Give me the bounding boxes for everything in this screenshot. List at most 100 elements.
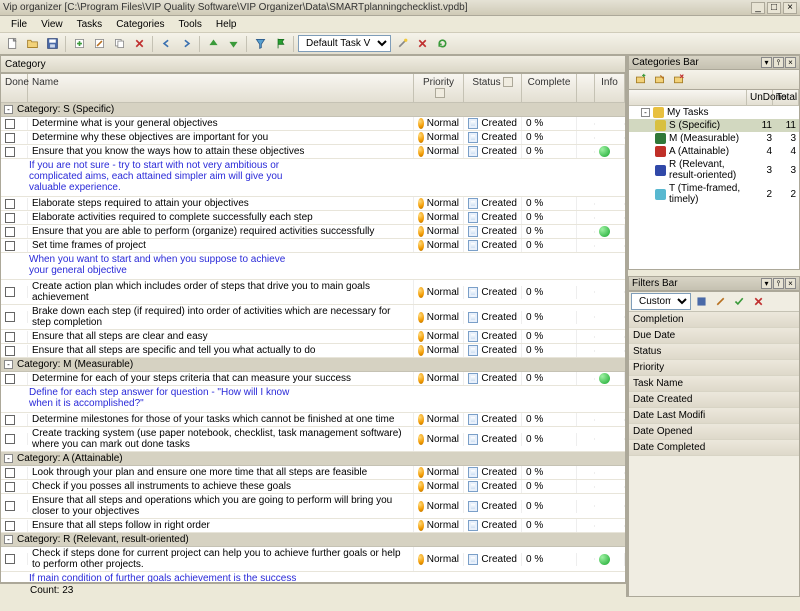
task-row[interactable]: Set time frames of projectNormalCreated0… (1, 239, 625, 253)
done-checkbox[interactable] (5, 374, 15, 384)
save-icon[interactable] (43, 35, 61, 53)
task-row[interactable]: Ensure that all steps are clear and easy… (1, 330, 625, 344)
task-row[interactable]: Create action plan which includes order … (1, 280, 625, 305)
task-row[interactable]: Ensure that all steps and operations whi… (1, 494, 625, 519)
info-icon[interactable] (599, 373, 610, 384)
menu-tasks[interactable]: Tasks (70, 18, 110, 31)
done-checkbox[interactable] (5, 312, 15, 322)
task-row[interactable]: Check if you posses all instruments to a… (1, 480, 625, 494)
tree-item[interactable]: T (Time-framed, timely)22 (629, 182, 799, 206)
task-view-combo[interactable]: Default Task V (298, 35, 391, 52)
filter-item[interactable]: Date Created (629, 392, 799, 408)
panel-close-icon[interactable]: × (785, 278, 796, 289)
done-checkbox[interactable] (5, 415, 15, 425)
move-up-icon[interactable] (204, 35, 222, 53)
col-total[interactable]: Total (773, 90, 799, 105)
filter-item[interactable]: Status (629, 344, 799, 360)
done-checkbox[interactable] (5, 434, 15, 444)
refresh-icon[interactable] (433, 35, 451, 53)
filter-item[interactable]: Task Name (629, 376, 799, 392)
info-icon[interactable] (599, 226, 610, 237)
task-row[interactable]: Check if steps done for current project … (1, 547, 625, 572)
done-checkbox[interactable] (5, 287, 15, 297)
indent-left-icon[interactable] (157, 35, 175, 53)
expand-icon[interactable]: - (4, 105, 13, 114)
col-name[interactable]: Name (28, 74, 414, 102)
done-checkbox[interactable] (5, 147, 15, 157)
indent-right-icon[interactable] (177, 35, 195, 53)
filter-delete-icon[interactable] (749, 293, 767, 311)
flag-icon[interactable] (271, 35, 289, 53)
duplicate-icon[interactable] (110, 35, 128, 53)
menu-view[interactable]: View (34, 18, 70, 31)
edit-category-icon[interactable] (650, 71, 668, 89)
filter-item[interactable]: Priority (629, 360, 799, 376)
categories-tree[interactable]: UnDone Total - My Tasks S (Specific)1111… (628, 90, 800, 270)
task-row[interactable]: Ensure that all steps follow in right or… (1, 519, 625, 533)
task-row[interactable]: Ensure that you are able to perform (org… (1, 225, 625, 239)
col-status[interactable]: Status (464, 74, 522, 102)
info-icon[interactable] (599, 146, 610, 157)
expand-icon[interactable]: - (4, 360, 13, 369)
col-done[interactable]: Done (1, 74, 28, 102)
panel-menu-icon[interactable]: ▾ (761, 278, 772, 289)
close-button[interactable]: × (783, 2, 797, 14)
task-row[interactable]: Elaborate steps required to attain your … (1, 197, 625, 211)
new-file-icon[interactable] (3, 35, 21, 53)
new-task-icon[interactable] (70, 35, 88, 53)
expand-icon[interactable]: - (4, 535, 13, 544)
task-row[interactable]: Ensure that all steps are specific and t… (1, 344, 625, 358)
menu-file[interactable]: File (4, 18, 34, 31)
edit-task-icon[interactable] (90, 35, 108, 53)
col-complete[interactable]: Complete (522, 74, 577, 102)
tree-item[interactable]: A (Attainable)44 (629, 145, 799, 158)
info-icon[interactable] (599, 554, 610, 565)
done-checkbox[interactable] (5, 468, 15, 478)
category-row[interactable]: -Category: S (Specific) (1, 103, 625, 117)
task-row[interactable]: Determine what is your general objective… (1, 117, 625, 131)
dropdown-icon[interactable] (503, 77, 513, 87)
task-row[interactable]: Brake down each step (if required) into … (1, 305, 625, 330)
done-checkbox[interactable] (5, 554, 15, 564)
delete-category-icon[interactable] (669, 71, 687, 89)
done-checkbox[interactable] (5, 346, 15, 356)
task-row[interactable]: Determine why these objectives are impor… (1, 131, 625, 145)
col-attachment[interactable] (577, 74, 595, 102)
col-info[interactable]: Info (595, 74, 625, 102)
filter-item[interactable]: Date Completed (629, 440, 799, 456)
panel-pin-icon[interactable]: ⫯ (773, 57, 784, 68)
filter-item[interactable]: Due Date (629, 328, 799, 344)
move-down-icon[interactable] (224, 35, 242, 53)
col-priority[interactable]: Priority (414, 74, 464, 102)
menu-help[interactable]: Help (209, 18, 244, 31)
filter-item[interactable]: Completion (629, 312, 799, 328)
panel-menu-icon[interactable]: ▾ (761, 57, 772, 68)
minimize-button[interactable]: _ (751, 2, 765, 14)
filter-item[interactable]: Date Opened (629, 424, 799, 440)
view-delete-icon[interactable] (413, 35, 431, 53)
open-file-icon[interactable] (23, 35, 41, 53)
done-checkbox[interactable] (5, 241, 15, 251)
menu-tools[interactable]: Tools (172, 18, 209, 31)
task-row[interactable]: Determine milestones for those of your t… (1, 413, 625, 427)
done-checkbox[interactable] (5, 119, 15, 129)
done-checkbox[interactable] (5, 482, 15, 492)
filter-icon[interactable] (251, 35, 269, 53)
done-checkbox[interactable] (5, 199, 15, 209)
task-row[interactable]: Ensure that you know the ways how to att… (1, 145, 625, 159)
done-checkbox[interactable] (5, 501, 15, 511)
category-row[interactable]: -Category: M (Measurable) (1, 358, 625, 372)
menu-categories[interactable]: Categories (109, 18, 171, 31)
wand-icon[interactable] (393, 35, 411, 53)
maximize-button[interactable]: □ (767, 2, 781, 14)
done-checkbox[interactable] (5, 133, 15, 143)
tree-root[interactable]: - My Tasks (629, 106, 799, 119)
done-checkbox[interactable] (5, 213, 15, 223)
category-row[interactable]: -Category: R (Relevant, result-oriented) (1, 533, 625, 547)
filter-item[interactable]: Date Last Modifi (629, 408, 799, 424)
task-row[interactable]: Look through your plan and ensure one mo… (1, 466, 625, 480)
done-checkbox[interactable] (5, 521, 15, 531)
panel-close-icon[interactable]: × (785, 57, 796, 68)
task-row[interactable]: Elaborate activities required to complet… (1, 211, 625, 225)
tree-item[interactable]: R (Relevant, result-oriented)33 (629, 158, 799, 182)
